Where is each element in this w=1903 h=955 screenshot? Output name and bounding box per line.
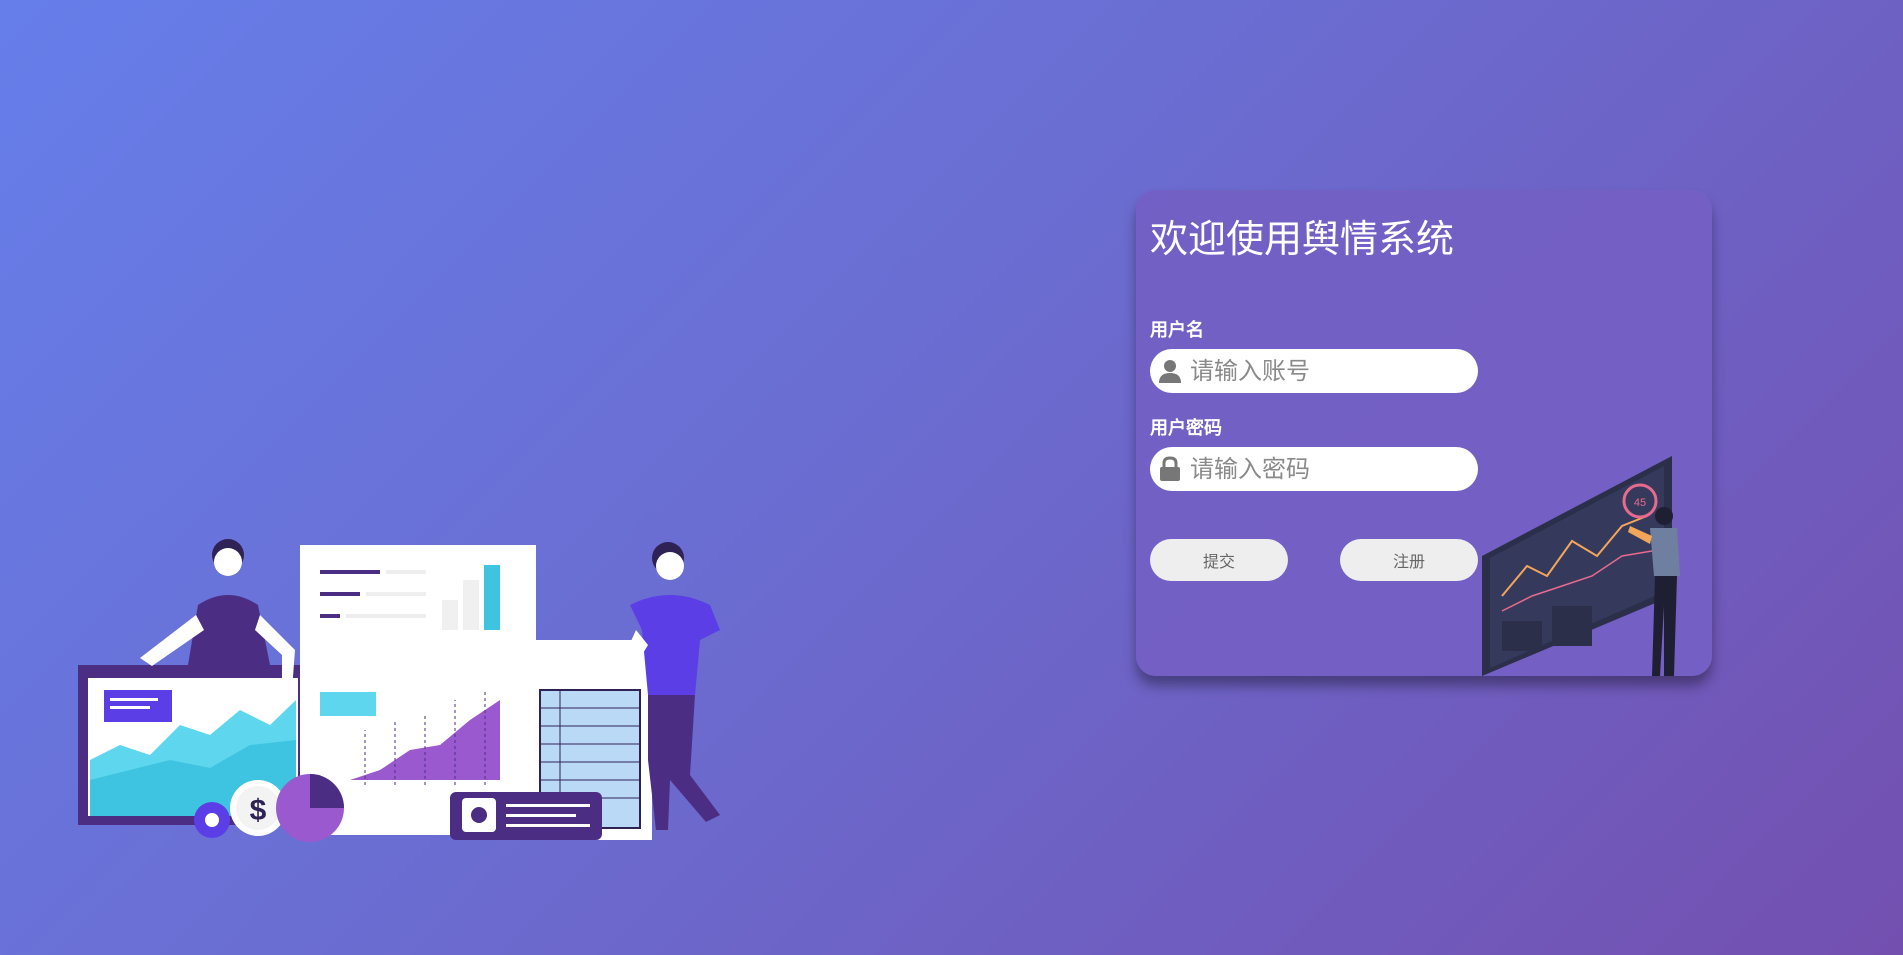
gear-icon <box>194 802 230 838</box>
currency-symbol: $ <box>250 794 267 827</box>
submit-button[interactable]: 提交 <box>1150 539 1288 581</box>
username-input[interactable] <box>1190 349 1470 393</box>
analytics-illustration: $ <box>78 539 720 842</box>
password-label: 用户密码 <box>1150 418 1222 439</box>
password-field[interactable] <box>1150 447 1478 491</box>
user-icon <box>1159 360 1181 383</box>
pie-chart-icon <box>276 774 344 842</box>
dashboard-illustration: 45 <box>1482 456 1680 676</box>
lock-icon <box>1160 456 1180 481</box>
gauge-value: 45 <box>1634 497 1646 509</box>
username-label: 用户名 <box>1150 320 1204 341</box>
login-card: 欢迎使用舆情系统 用户名 用户密码 提交 注册 45 <box>1136 190 1712 676</box>
settings-panel-graphic <box>450 792 602 840</box>
password-input[interactable] <box>1190 447 1470 491</box>
username-field[interactable] <box>1150 349 1478 393</box>
login-title: 欢迎使用舆情系统 <box>1150 217 1455 261</box>
register-button[interactable]: 注册 <box>1340 539 1478 581</box>
